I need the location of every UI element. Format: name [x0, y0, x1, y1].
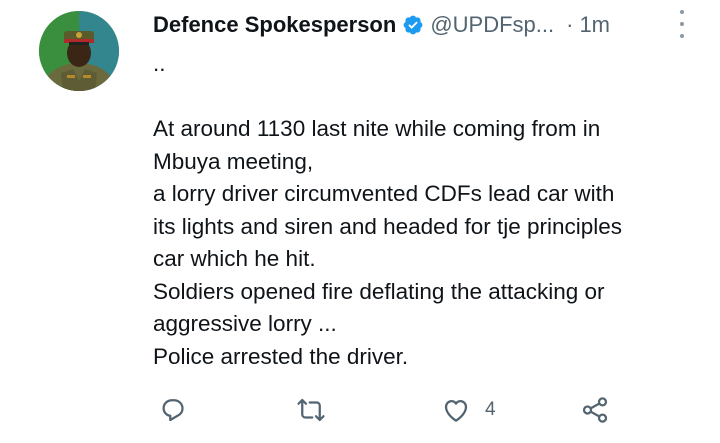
- tweet-line: Police arrested the driver.: [153, 343, 409, 369]
- tweet-line: Soldiers opened fire deflating the attac…: [153, 278, 605, 304]
- avatar[interactable]: [39, 11, 119, 91]
- retweet-button[interactable]: [296, 392, 326, 428]
- heart-icon: [444, 400, 468, 422]
- tweet-line: car which he hit.: [153, 246, 316, 271]
- avatar-portrait-icon: [39, 11, 119, 91]
- tweet-line: its lights and siren and headed for tje …: [153, 213, 623, 239]
- tweet-line: At around 1130 last nite while coming fr…: [153, 116, 601, 141]
- tweet-card[interactable]: Defence Spokesperson @UPDFsp... · 1m .. …: [0, 0, 720, 443]
- tweet-line: a lorry driver circumvented CDFs lead ca…: [153, 181, 615, 206]
- tweet-line: Mbuya meeting,: [153, 148, 314, 174]
- tweet-text: .. At around 1130 last nite while coming…: [153, 48, 693, 373]
- share-icon: [582, 397, 608, 423]
- retweet-icon: [297, 398, 325, 422]
- tweet-line: ..: [153, 51, 166, 76]
- tweet-line: [153, 81, 693, 114]
- more-options-icon[interactable]: [676, 10, 688, 38]
- reply-icon: [162, 399, 184, 422]
- tweet-header: Defence Spokesperson @UPDFsp... · 1m: [153, 10, 610, 40]
- tweet-actions: 4: [0, 392, 720, 428]
- tweet-line: aggressive lorry ...: [153, 311, 337, 336]
- reply-button[interactable]: [158, 392, 188, 428]
- share-button[interactable]: [580, 392, 610, 428]
- verified-badge-icon: [402, 14, 424, 36]
- like-count: 4: [485, 399, 496, 420]
- author-name[interactable]: Defence Spokesperson: [153, 12, 396, 38]
- header-separator: ·: [566, 12, 574, 37]
- author-handle[interactable]: @UPDFsp...: [430, 12, 554, 38]
- tweet-timestamp[interactable]: 1m: [579, 12, 610, 38]
- like-button[interactable]: 4: [441, 392, 496, 428]
